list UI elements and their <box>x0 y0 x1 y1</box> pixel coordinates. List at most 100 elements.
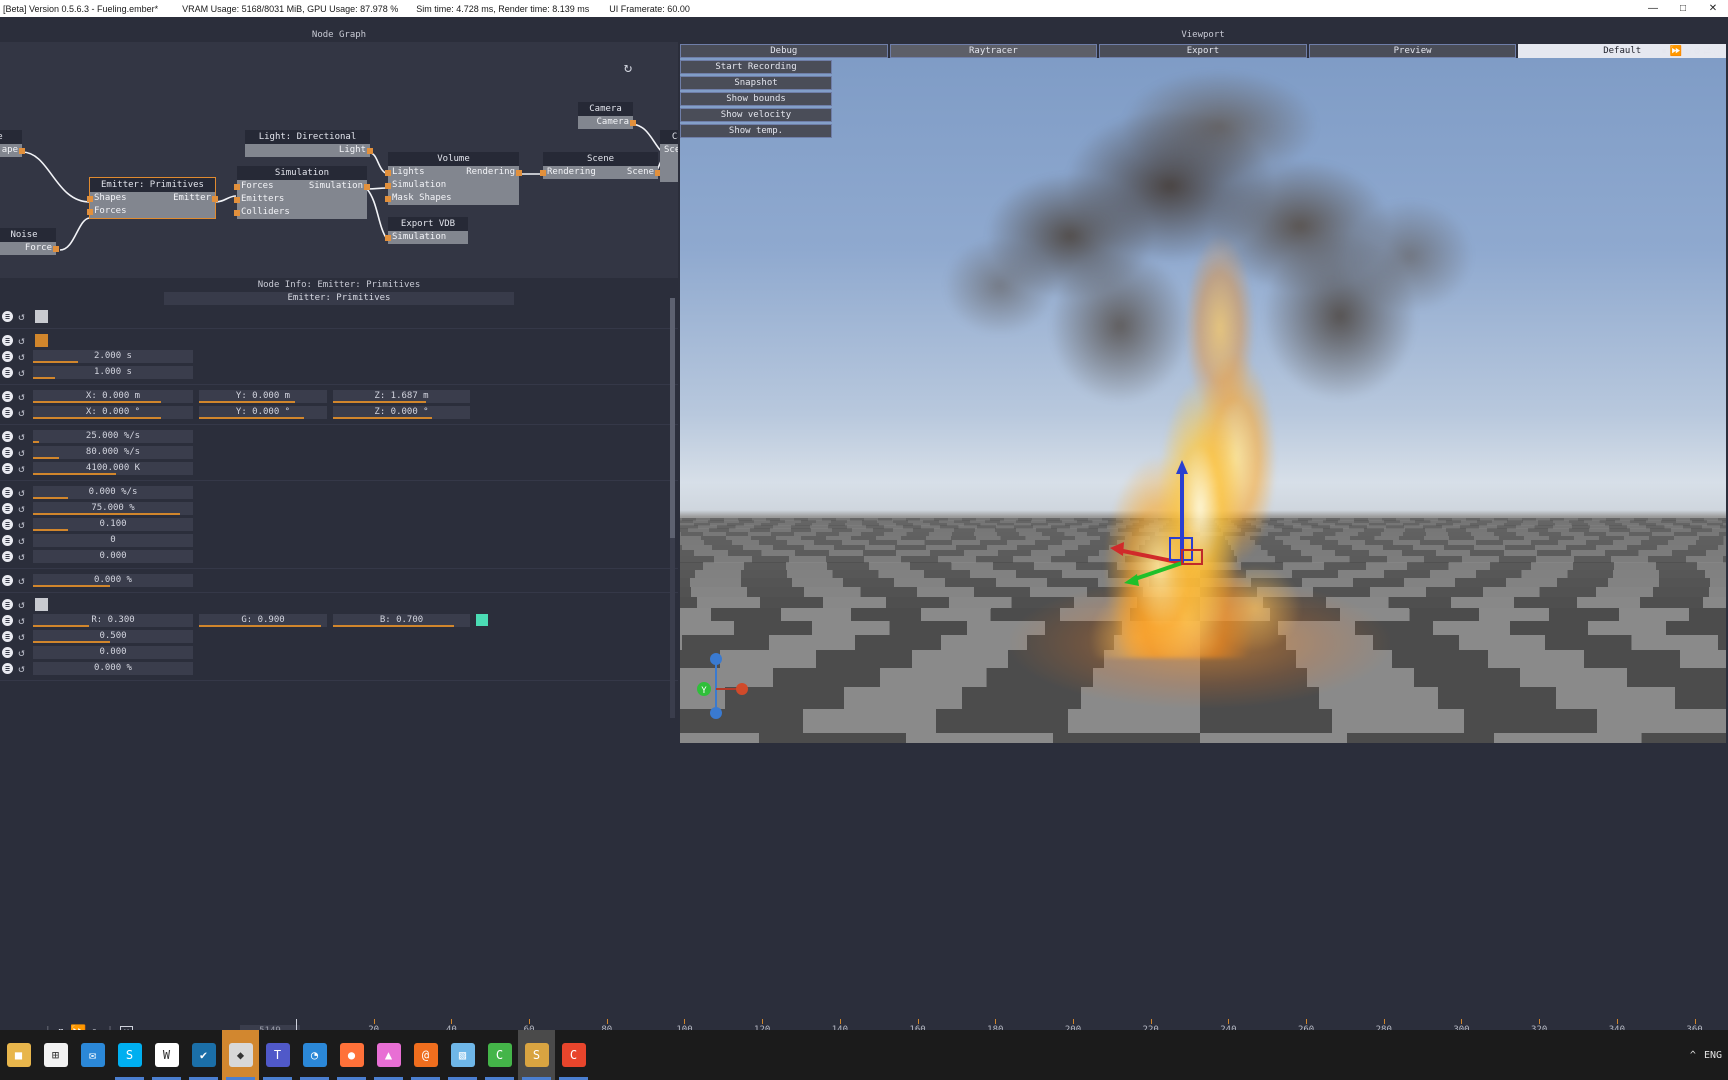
node-simulation[interactable]: Simulation Forces Simulation Emitters Co… <box>234 166 370 219</box>
taskbar-mail[interactable]: ✉ <box>74 1030 111 1080</box>
maximize-button[interactable]: □ <box>1668 0 1698 17</box>
taskbar-firefox[interactable]: ● <box>333 1030 370 1080</box>
vec-field-z[interactable]: Z: 0.000 ° <box>333 405 470 419</box>
node-emitter-primitives[interactable]: Emitter: Primitives Shapes Emitter Force… <box>87 177 218 219</box>
port-dot-icon[interactable] <box>385 196 391 202</box>
taskbar-file-explorer[interactable]: ■ <box>0 1030 37 1080</box>
port-dot-icon[interactable] <box>385 183 391 189</box>
vec-field-y[interactable]: Y: 0.000 m <box>199 389 327 403</box>
row-menu-icon[interactable]: ≡ <box>2 574 13 586</box>
row-reset-icon[interactable]: ↺ <box>16 519 27 530</box>
viewport-tab-preview[interactable]: Preview <box>1308 44 1517 58</box>
row-menu-icon[interactable]: ≡ <box>2 646 13 658</box>
port-dot-icon[interactable] <box>19 148 25 154</box>
taskbar-store[interactable]: ⊞ <box>37 1030 74 1080</box>
node-port-row[interactable]: Colliders <box>234 206 367 219</box>
row-reset-icon[interactable]: ↺ <box>16 391 27 402</box>
row-reset-icon[interactable]: ↺ <box>16 431 27 442</box>
row-menu-icon[interactable]: ≡ <box>2 550 13 562</box>
port-dot-icon[interactable] <box>385 235 391 241</box>
port-dot-icon[interactable] <box>212 196 218 202</box>
vec-field-y[interactable]: Y: 0.000 ° <box>199 405 327 419</box>
row-menu-icon[interactable]: ≡ <box>2 406 13 418</box>
viewport-tab-export[interactable]: Export <box>1099 44 1307 58</box>
color-swatch[interactable] <box>35 333 48 347</box>
viewport-button-snapshot[interactable]: Snapshot <box>680 76 832 90</box>
row-reset-icon[interactable]: ↺ <box>16 631 27 642</box>
row-menu-icon[interactable]: ≡ <box>2 334 13 346</box>
row-menu-icon[interactable]: ≡ <box>2 614 13 626</box>
scrollbar-thumb[interactable] <box>670 298 675 538</box>
node-port-row[interactable]: Camera <box>578 116 636 129</box>
row-reset-icon[interactable]: ↺ <box>16 575 27 586</box>
port-dot-icon[interactable] <box>630 120 636 126</box>
viewport-tabs[interactable]: Debug Raytracer Export Preview Default <box>680 44 1726 58</box>
taskbar-teams[interactable]: T <box>259 1030 296 1080</box>
color-swatch[interactable] <box>35 309 48 323</box>
node-port-row[interactable]: Emitters <box>234 193 367 206</box>
row-menu-icon[interactable]: ≡ <box>2 630 13 642</box>
row-reset-icon[interactable]: ↺ <box>16 351 27 362</box>
port-dot-icon[interactable] <box>540 170 546 176</box>
slider-field[interactable]: 4100.000 K <box>33 461 193 475</box>
slider-field[interactable]: 0.000 <box>33 645 193 659</box>
taskbar-houdini[interactable]: @ <box>407 1030 444 1080</box>
row-menu-icon[interactable]: ≡ <box>2 486 13 498</box>
port-dot-icon[interactable] <box>87 209 93 215</box>
node-scene-clipped[interactable]: Car Sce <box>660 130 678 182</box>
node-volume[interactable]: Volume Lights Rendering Simulation Mask … <box>385 152 522 205</box>
slider-field[interactable]: 0.000 % <box>33 573 193 587</box>
row-reset-icon[interactable]: ↺ <box>16 407 27 418</box>
tray-chevron-icon[interactable]: ^ <box>1690 1050 1696 1061</box>
row-reset-icon[interactable]: ↺ <box>16 367 27 378</box>
viewport-button-show-temp[interactable]: Show temp. <box>680 124 832 138</box>
row-menu-icon[interactable]: ≡ <box>2 430 13 442</box>
port-dot-icon[interactable] <box>234 184 240 190</box>
slider-field[interactable]: 0 <box>33 533 193 547</box>
node-port-row[interactable]: Mask Shapes <box>385 192 519 205</box>
slider-field[interactable]: 2.000 s <box>33 349 193 363</box>
node-noise[interactable]: Noise Force <box>0 228 59 255</box>
viewport-icon-bar[interactable]: ⏸ ⏩ ↻ ⚙ ⮂ ⓘ <box>1661 44 1724 59</box>
row-reset-icon[interactable]: ↺ <box>16 447 27 458</box>
row-menu-icon[interactable]: ≡ <box>2 310 13 322</box>
minimize-button[interactable]: — <box>1638 0 1668 17</box>
port-dot-icon[interactable] <box>516 170 522 176</box>
row-menu-icon[interactable]: ≡ <box>2 350 13 362</box>
slider-field[interactable]: 25.000 %/s <box>33 429 193 443</box>
node-port-row[interactable]: Simulation <box>385 231 468 244</box>
row-reset-icon[interactable]: ↺ <box>16 503 27 514</box>
row-reset-icon[interactable]: ↺ <box>16 615 27 626</box>
color-field-b[interactable]: B: 0.700 <box>333 613 470 627</box>
slider-field[interactable]: 0.000 %/s <box>33 485 193 499</box>
tray-language-indicator[interactable]: ENG <box>1704 1050 1722 1061</box>
viewport-tab-raytracer[interactable]: Raytracer <box>889 44 1098 58</box>
row-reset-icon[interactable]: ↺ <box>16 535 27 546</box>
node-scene[interactable]: Scene Rendering Scene <box>540 152 661 179</box>
row-reset-icon[interactable]: ↺ <box>16 599 27 610</box>
node-port-row[interactable]: ape <box>0 144 25 157</box>
row-menu-icon[interactable]: ≡ <box>2 366 13 378</box>
row-menu-icon[interactable]: ≡ <box>2 662 13 674</box>
port-dot-icon[interactable] <box>234 197 240 203</box>
taskbar-embergen[interactable]: C <box>555 1030 592 1080</box>
person-icon[interactable]: ⮂ <box>1703 46 1711 57</box>
row-menu-icon[interactable]: ≡ <box>2 446 13 458</box>
transform-gizmo[interactable] <box>1110 458 1240 598</box>
row-menu-icon[interactable]: ≡ <box>2 598 13 610</box>
row-menu-icon[interactable]: ≡ <box>2 518 13 530</box>
node-graph-canvas[interactable]: ↻ e ape Noise Force <box>0 42 678 278</box>
port-dot-icon[interactable] <box>364 184 370 190</box>
taskbar-cinema4d[interactable]: C <box>481 1030 518 1080</box>
row-reset-icon[interactable]: ↺ <box>16 487 27 498</box>
node-port-row[interactable]: Simulation <box>385 179 519 192</box>
node-port-row[interactable]: Forces Simulation <box>234 180 370 193</box>
taskbar-outlook[interactable]: ◔ <box>296 1030 333 1080</box>
node-export-vdb[interactable]: Export VDB Simulation <box>385 217 468 244</box>
node-camera[interactable]: Camera Camera <box>578 102 636 129</box>
node-light-directional[interactable]: Light: Directional Light <box>245 130 373 157</box>
viewport-left-buttons[interactable]: Start Recording Snapshot Show bounds Show v… <box>680 60 832 140</box>
taskbar-whatsapp[interactable]: W <box>148 1030 185 1080</box>
row-reset-icon[interactable]: ↺ <box>16 551 27 562</box>
color-field-r[interactable]: R: 0.300 <box>33 613 193 627</box>
